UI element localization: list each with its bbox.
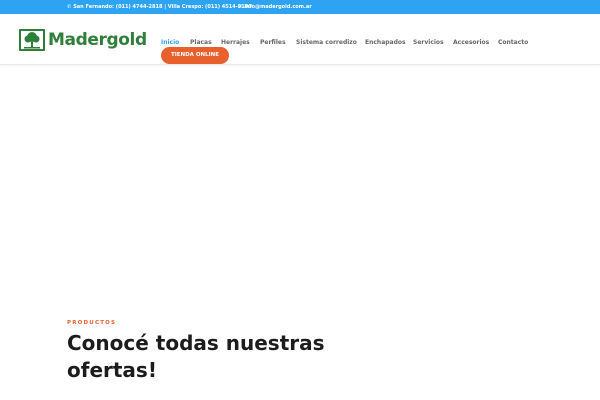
- nav-item-sistema-corredizo[interactable]: Sistema corredizo: [296, 39, 357, 46]
- nav-item-inicio[interactable]: Inicio: [161, 39, 179, 46]
- nav-item-servicios[interactable]: Servicios: [413, 39, 444, 46]
- tienda-online-button[interactable]: TIENDA ONLINE: [161, 47, 229, 64]
- nav-item-herrajes[interactable]: Herrajes: [221, 39, 250, 46]
- tree-icon: [19, 29, 45, 51]
- contact-email-text: info@madergold.com.ar: [244, 4, 312, 10]
- nav-item-enchapados[interactable]: Enchapados: [365, 39, 406, 46]
- nav-item-placas[interactable]: Placas: [190, 39, 212, 46]
- nav-item-contacto[interactable]: Contacto: [498, 39, 528, 46]
- nav-item-perfiles[interactable]: Perfiles: [260, 39, 286, 46]
- contact-phones[interactable]: ✆ San Fernando: (011) 4744-2818 | Villa C…: [67, 0, 252, 14]
- top-bar: ✆ San Fernando: (011) 4744-2818 | Villa C…: [0, 0, 600, 14]
- hero-headline: Conocé todas nuestras ofertas!: [67, 331, 325, 382]
- site-logo[interactable]: Madergold: [18, 27, 147, 53]
- phone-icon: ✆: [67, 4, 72, 10]
- section-eyebrow: PRODUCTOS: [67, 320, 117, 326]
- contact-phones-text: San Fernando: (011) 4744-2818 | Villa Cr…: [73, 4, 252, 10]
- site-header: Madergold Inicio Placas Herrajes Perfile…: [0, 14, 600, 65]
- logo-text: Madergold: [48, 30, 147, 50]
- mail-icon: ✉: [238, 4, 243, 10]
- contact-email[interactable]: ✉ info@madergold.com.ar: [238, 0, 312, 14]
- nav-item-accesorios[interactable]: Accesorios: [453, 39, 489, 46]
